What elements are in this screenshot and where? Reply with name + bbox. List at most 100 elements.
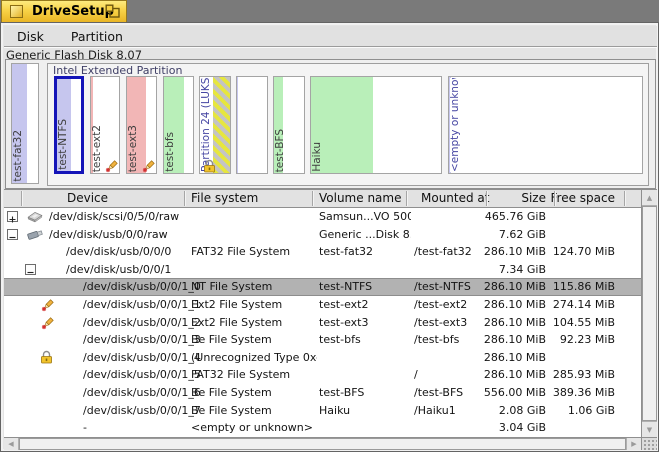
menu-partition[interactable]: Partition [61, 26, 133, 46]
partition-panel: test-fat32 Intel Extended Partition test… [5, 59, 656, 189]
cell-file-system: FAT32 File System [191, 243, 317, 261]
horizontal-scrollbar-thumb[interactable] [19, 438, 626, 450]
cell-volume-name: Haiku [319, 402, 411, 420]
partition-box-partition-24-luks[interactable]: Partition 24 (LUKS enc... [199, 76, 231, 174]
close-button[interactable] [10, 5, 23, 18]
horizontal-scrollbar[interactable]: ◀ ▶ [4, 437, 641, 450]
cell-size: 286.10 MiB [484, 349, 546, 367]
table-row[interactable]: /dev/disk/usb/0/0/1_2Ext2 File Systemtes… [4, 314, 641, 332]
menu-bar: Disk Partition [4, 26, 657, 47]
cell-mounted-at: /test-ext2 [414, 296, 492, 314]
cell-file-system: NT File System [191, 278, 317, 296]
cell-volume-name: Samsun...VO 500G [319, 208, 411, 226]
scroll-down-icon[interactable]: ▼ [642, 421, 657, 437]
partition-label: Haiku [312, 142, 323, 172]
partition-table: /dev/disk/scsi/0/5/0/rawSamsun...VO 500G… [4, 208, 641, 437]
cell-file-system: Ext2 File System [191, 296, 317, 314]
expand-icon[interactable] [7, 211, 18, 222]
column-header-volume-name[interactable]: Volume name [319, 190, 401, 207]
cell-device: /dev/disk/usb/0/0/1_2 [83, 314, 201, 332]
table-row[interactable]: /dev/disk/usb/0/0/1_3Be File Systemtest-… [4, 331, 641, 349]
column-separator[interactable] [486, 191, 487, 206]
partition-box-partition-1-5[interactable] [236, 76, 268, 174]
cell-device: /dev/disk/usb/0/0/1_5 [83, 366, 201, 384]
cell-free-space: 115.86 MiB [553, 278, 615, 296]
cell-free-space: 389.36 MiB [553, 384, 615, 402]
collapse-icon[interactable] [7, 229, 18, 240]
cell-mounted-at: / [414, 366, 492, 384]
cell-size: 286.10 MiB [484, 296, 546, 314]
cell-file-system: (Unrecognized Type 0xe8) [191, 349, 317, 367]
table-row[interactable]: /dev/disk/usb/0/0/1_1Ext2 File Systemtes… [4, 296, 641, 314]
cell-mounted-at: /test-NTFS [414, 278, 492, 296]
partition-box-test-NTFS[interactable]: test-NTFS [54, 76, 84, 174]
cell-mounted-at: /test-BFS [414, 384, 492, 402]
partition-box-test-bfs[interactable]: test-bfs [163, 76, 194, 174]
column-header-file-system[interactable]: File system [191, 190, 258, 207]
table-row[interactable]: /dev/disk/usb/0/0/17.34 GiB [4, 261, 641, 279]
table-row[interactable]: /dev/disk/usb/0/0/1_7Be File SystemHaiku… [4, 402, 641, 420]
column-header-size[interactable]: Size [521, 190, 546, 207]
partition-box-empty-or-unknown[interactable]: <empty or unknown> [448, 76, 643, 174]
partition-label: test-ext2 [92, 125, 103, 172]
column-separator[interactable] [312, 191, 313, 206]
partition-box-test-ext2[interactable]: test-ext2 [90, 76, 120, 174]
partition-label: test-BFS [275, 129, 286, 172]
table-row[interactable]: /dev/disk/usb/0/0/1_5FAT32 File System /2… [4, 366, 641, 384]
lock-icon [40, 350, 58, 365]
table-row[interactable]: /dev/disk/usb/0/0/0FAT32 File Systemtest… [4, 243, 641, 261]
column-header-device[interactable]: Device [67, 190, 108, 207]
resize-grip[interactable] [641, 437, 657, 450]
partition-box-test-ext3[interactable]: test-ext3 [126, 76, 157, 174]
table-row[interactable]: /dev/disk/usb/0/0/rawGeneric ...Disk 8.0… [4, 226, 641, 244]
cell-size: 286.10 MiB [484, 278, 546, 296]
scroll-up-icon[interactable]: ▲ [642, 190, 657, 206]
cell-mounted-at: /Haiku1 [414, 402, 492, 420]
cell-free-space: 104.55 MiB [553, 314, 615, 332]
partition-box-test-fat32[interactable]: test-fat32 [11, 63, 39, 184]
column-separator[interactable] [624, 191, 625, 206]
column-header-mounted-at[interactable]: Mounted at [421, 190, 489, 207]
table-row[interactable]: /dev/disk/scsi/0/5/0/rawSamsun...VO 500G… [4, 208, 641, 226]
pencil-icon [40, 315, 58, 330]
cell-file-system: FAT32 File System [191, 366, 317, 384]
cell-device: /dev/disk/usb/0/0/1 [66, 261, 171, 279]
pencil-icon [104, 158, 119, 173]
cell-file-system: Be File System [191, 384, 317, 402]
column-separator[interactable] [184, 191, 185, 206]
table-row[interactable]: /dev/disk/usb/0/0/1_4(Unrecognized Type … [4, 349, 641, 367]
table-row[interactable]: -<empty or unknown>3.04 GiB [4, 419, 641, 437]
window-title-tab[interactable]: DriveSetup [1, 0, 127, 22]
table-row[interactable]: /dev/disk/usb/0/0/1_0NT File Systemtest-… [4, 278, 641, 296]
extended-partition-group[interactable]: Intel Extended Partition test-NTFStest-e… [47, 63, 649, 186]
menu-disk[interactable]: Disk [4, 26, 54, 46]
cell-size: 3.04 GiB [499, 419, 546, 437]
cell-size: 556.00 MiB [484, 384, 546, 402]
cell-size: 465.76 GiB [485, 208, 546, 226]
partition-label: test-ext3 [128, 125, 139, 172]
cell-volume-name: test-BFS [319, 384, 411, 402]
cell-size: 286.10 MiB [484, 331, 546, 349]
cell-volume-name: test-bfs [319, 331, 411, 349]
vertical-scrollbar-thumb[interactable] [642, 206, 657, 421]
column-separator[interactable] [21, 191, 22, 206]
table-header: Device File system Volume name Mounted a… [4, 189, 641, 208]
cell-mounted-at: /test-bfs [414, 331, 492, 349]
cell-mounted-at: /test-fat32 [414, 243, 492, 261]
partition-box-Haiku[interactable]: Haiku [310, 76, 442, 174]
table-row[interactable]: /dev/disk/usb/0/0/1_6Be File Systemtest-… [4, 384, 641, 402]
collapse-icon[interactable] [25, 264, 36, 275]
drivesetup-window: Disk Partition Generic Flash Disk 8.07 t… [0, 22, 659, 452]
column-header-free-space[interactable]: Free space [551, 190, 615, 207]
scroll-left-icon[interactable]: ◀ [4, 438, 19, 450]
cell-size: 286.10 MiB [484, 366, 546, 384]
cell-size: 2.08 GiB [499, 402, 546, 420]
partition-label: test-bfs [165, 132, 176, 172]
scroll-right-icon[interactable]: ▶ [626, 438, 641, 450]
column-separator[interactable] [406, 191, 407, 206]
partition-box-test-BFS[interactable]: test-BFS [273, 76, 305, 174]
lock-icon [203, 158, 216, 172]
vertical-scrollbar[interactable]: ▲ ▼ [641, 189, 657, 437]
zoom-button[interactable] [105, 4, 121, 19]
column-separator[interactable] [554, 191, 555, 206]
